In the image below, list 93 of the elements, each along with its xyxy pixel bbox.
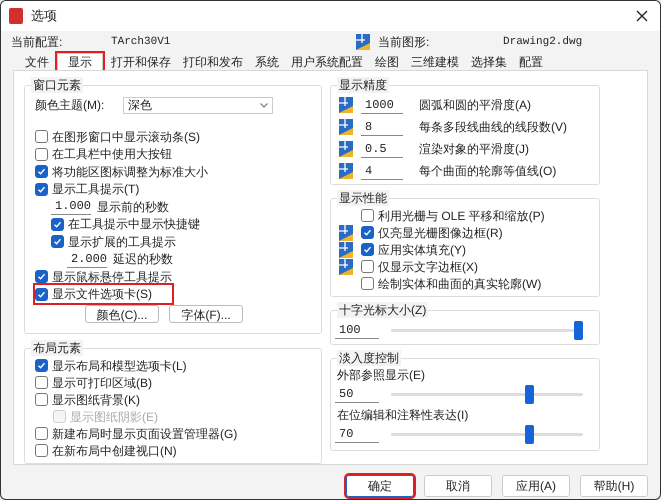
window-title: 选项 bbox=[31, 7, 58, 26]
checkbox[interactable] bbox=[361, 226, 374, 239]
tab[interactable]: 打开和保存 bbox=[107, 53, 175, 70]
checkbox[interactable] bbox=[35, 444, 48, 457]
profile-label: 当前配置: bbox=[11, 34, 64, 51]
number-field[interactable]: 1.000 bbox=[51, 198, 91, 216]
checkbox-option[interactable]: 显示布局和模型选项卡(L) bbox=[35, 356, 187, 374]
checkbox-option[interactable]: 绘制实体和曲面的真实轮廓(W) bbox=[361, 274, 542, 292]
checkbox[interactable] bbox=[35, 376, 48, 389]
checkbox[interactable] bbox=[35, 427, 48, 440]
checkbox-option[interactable]: 利用光栅与 OLE 平移和缩放(P) bbox=[361, 206, 545, 224]
checkbox[interactable] bbox=[35, 130, 48, 144]
checkbox-option[interactable]: 将功能区图标调整为标准大小 bbox=[35, 162, 211, 181]
checkbox[interactable] bbox=[35, 270, 48, 284]
checkbox[interactable] bbox=[35, 393, 48, 406]
checkbox-option: 显示图纸阴影(E) bbox=[53, 408, 158, 426]
slider-thumb[interactable] bbox=[524, 385, 534, 404]
number-field[interactable]: 50 bbox=[335, 386, 379, 403]
checkbox-option[interactable]: 显示文件选项卡(S) bbox=[35, 285, 172, 304]
drawing-setting-icon bbox=[339, 141, 353, 157]
field-label: 外部参照显示(E) bbox=[336, 367, 426, 384]
checkbox[interactable] bbox=[361, 277, 374, 290]
field-label: 渲染对象的平滑度(J) bbox=[419, 141, 529, 158]
checkbox-option[interactable]: 显示可打印区域(B) bbox=[35, 374, 152, 392]
field-label: 每个曲面的轮廓等值线(O) bbox=[419, 163, 556, 180]
checkbox[interactable] bbox=[35, 165, 48, 178]
check-icon bbox=[37, 361, 46, 370]
group-title: 显示性能 bbox=[337, 190, 389, 206]
tab[interactable]: 显示 bbox=[57, 53, 103, 70]
checkbox[interactable] bbox=[361, 209, 374, 222]
checkbox[interactable] bbox=[361, 243, 374, 256]
tab[interactable]: 系统 bbox=[251, 53, 283, 70]
checkbox-option[interactable]: 仅显示文字边框(X) bbox=[361, 258, 478, 276]
group-title: 淡入度控制 bbox=[337, 350, 401, 366]
drawing-setting-icon bbox=[356, 34, 370, 50]
tab[interactable]: 配置 bbox=[515, 53, 547, 70]
drawing-label: 当前图形: bbox=[378, 34, 430, 51]
checkbox-option[interactable]: 仅亮显光栅图像边框(R) bbox=[361, 224, 503, 242]
checkbox-option[interactable]: 显示图纸背景(K) bbox=[35, 390, 140, 408]
number-field[interactable]: 100 bbox=[335, 322, 379, 339]
checkbox-option[interactable]: 在工具栏中使用大按钮 bbox=[35, 145, 175, 164]
field-label: 显示前的秒数 bbox=[97, 198, 169, 216]
group-title: 显示精度 bbox=[337, 77, 389, 93]
button[interactable]: 帮助(H) bbox=[580, 475, 648, 497]
app-logo-icon bbox=[9, 8, 23, 24]
button[interactable]: 确定 bbox=[346, 475, 414, 497]
number-field[interactable]: 70 bbox=[335, 426, 379, 443]
group-title: 布局元素 bbox=[31, 340, 83, 356]
checkbox-option[interactable]: 显示鼠标悬停工具提示 bbox=[35, 268, 175, 286]
tab[interactable]: 三维建模 bbox=[407, 53, 463, 70]
drawing-setting-icon bbox=[339, 97, 353, 113]
checkbox-option[interactable]: 在工具提示中显示快捷键 bbox=[51, 215, 203, 234]
group-title: 窗口元素 bbox=[31, 77, 83, 93]
slider-thumb[interactable] bbox=[524, 425, 534, 444]
slider-thumb[interactable] bbox=[574, 321, 583, 340]
tab[interactable]: 文件 bbox=[21, 53, 53, 70]
checkbox-option[interactable]: 在图形窗口中显示滚动条(S) bbox=[35, 128, 203, 146]
checkbox-option[interactable]: 显示扩展的工具提示 bbox=[51, 232, 179, 251]
checkbox[interactable] bbox=[35, 182, 48, 196]
drawing-setting-icon bbox=[339, 119, 353, 135]
slider[interactable] bbox=[391, 321, 583, 340]
tab[interactable]: 用户系统配置 bbox=[287, 53, 367, 70]
button[interactable]: 字体(F)... bbox=[169, 305, 243, 323]
checkbox[interactable] bbox=[51, 235, 64, 248]
button[interactable]: 取消 bbox=[424, 475, 492, 497]
slider[interactable] bbox=[391, 425, 583, 444]
checkbox[interactable] bbox=[51, 218, 64, 231]
theme-dropdown[interactable]: 深色 bbox=[123, 96, 273, 114]
checkbox-option[interactable]: 在新布局中创建视口(N) bbox=[35, 442, 177, 460]
checkbox[interactable] bbox=[361, 260, 374, 273]
tab[interactable]: 绘图 bbox=[371, 53, 403, 70]
field-label: 颜色主题(M): bbox=[35, 97, 106, 114]
field-label: 圆弧和圆的平滑度(A) bbox=[419, 97, 531, 114]
button[interactable]: 颜色(C)... bbox=[85, 305, 159, 323]
drawing-value: Drawing2.dwg bbox=[503, 34, 582, 50]
checkbox-option[interactable]: 显示工具提示(T) bbox=[35, 180, 142, 198]
field-label: 每条多段线曲线的线段数(V) bbox=[419, 119, 567, 136]
drawing-setting-icon bbox=[339, 163, 353, 179]
button[interactable]: 应用(A) bbox=[502, 475, 570, 497]
group-title: 十字光标大小(Z) bbox=[337, 302, 428, 318]
tab[interactable]: 打印和发布 bbox=[179, 53, 247, 70]
profile-value: TArch30V1 bbox=[111, 34, 172, 50]
caret-icon bbox=[260, 102, 268, 108]
checkbox[interactable] bbox=[35, 288, 48, 301]
checkbox[interactable] bbox=[35, 359, 48, 372]
field-label: 在位编辑和注释性表达(I) bbox=[336, 407, 470, 424]
tab[interactable]: 选择集 bbox=[467, 53, 511, 70]
close-icon bbox=[636, 10, 648, 22]
field-label: 延迟的秒数 bbox=[113, 251, 173, 268]
slider[interactable] bbox=[391, 385, 583, 404]
checkbox[interactable] bbox=[35, 148, 48, 161]
checkbox-option[interactable]: 新建布局时显示页面设置管理器(G) bbox=[35, 424, 238, 442]
checkbox-option[interactable]: 应用实体填充(Y) bbox=[361, 240, 466, 258]
